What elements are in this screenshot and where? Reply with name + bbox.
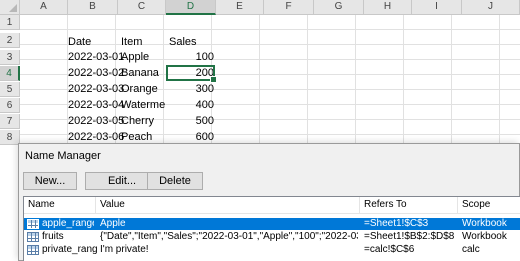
refers-to-cell: =calc!$C$6 [364, 244, 415, 255]
row-header-7[interactable]: 7 [0, 114, 20, 129]
scope-cell: Workbook [462, 231, 507, 242]
row-header-5[interactable]: 5 [0, 82, 20, 97]
cell-date[interactable]: 2022-03-02 [66, 66, 124, 81]
column-header-refers-to[interactable]: Refers To [360, 197, 458, 213]
row-header-6[interactable]: 6 [0, 98, 20, 113]
cell-sales[interactable]: 400 [166, 98, 216, 113]
row-header-2[interactable]: 2 [0, 33, 20, 48]
column-header-i[interactable]: I [412, 0, 462, 15]
named-range-icon [27, 219, 39, 229]
new-button[interactable]: New... [23, 172, 77, 190]
scope-cell: calc [462, 244, 480, 255]
cell-c2[interactable]: Item [119, 35, 144, 50]
cell-item[interactable]: Banana [119, 66, 161, 81]
cell-date[interactable]: 2022-03-01 [66, 50, 124, 65]
dialog-title: Name Manager [25, 150, 101, 162]
named-range-icon [27, 245, 39, 255]
spreadsheet-grid[interactable]: A B C D E F G H I J 1 2 3 4 5 6 7 8 Date… [0, 0, 520, 145]
column-header-name[interactable]: Name [24, 197, 96, 213]
cell-d2[interactable]: Sales [167, 35, 199, 50]
header-divider [24, 213, 520, 214]
name-row-private-range[interactable]: private_range I'm private! =calc!$C$6 ca… [24, 244, 520, 256]
name-row-fruits[interactable]: fruits {"Date","Item","Sales";"2022-03-0… [24, 231, 520, 243]
column-header-a[interactable]: A [20, 0, 68, 15]
names-list[interactable]: Name Value Refers To Scope apple_range A… [23, 196, 520, 261]
column-header-j[interactable]: J [462, 0, 520, 15]
cell-item[interactable]: Apple [119, 50, 151, 65]
cell-item[interactable]: Watermel [119, 98, 166, 113]
named-range-icon [27, 232, 39, 242]
column-header-scope[interactable]: Scope [458, 197, 520, 213]
name-cell: private_range [42, 244, 98, 255]
cell-date[interactable]: 2022-03-04 [66, 98, 124, 113]
value-cell: I'm private! [100, 244, 149, 255]
row-header-3[interactable]: 3 [0, 50, 20, 65]
cell-sales[interactable]: 300 [166, 82, 216, 97]
column-header-f[interactable]: F [264, 0, 314, 15]
cell-sales[interactable]: 100 [166, 50, 216, 65]
name-manager-dialog: Name Manager New... Edit... Delete Name … [18, 143, 520, 261]
refers-to-cell: =Sheet1!$B$2:$D$8 [364, 231, 455, 242]
name-cell: apple_range [42, 218, 94, 229]
column-header-c[interactable]: C [118, 0, 166, 15]
cell-item[interactable]: Cherry [119, 114, 156, 129]
cell-date[interactable]: 2022-03-05 [66, 114, 124, 129]
column-header-g[interactable]: G [314, 0, 364, 15]
column-header-e[interactable]: E [216, 0, 264, 15]
cell-sales[interactable]: 500 [166, 114, 216, 129]
select-all-corner[interactable] [0, 0, 20, 15]
column-header-value[interactable]: Value [96, 197, 360, 213]
row-header-4[interactable]: 4 [0, 66, 20, 81]
column-header-b[interactable]: B [68, 0, 118, 15]
cell-date[interactable]: 2022-03-03 [66, 82, 124, 97]
cell-b2[interactable]: Date [66, 35, 93, 50]
cell-item[interactable]: Orange [119, 82, 160, 97]
column-header-h[interactable]: H [364, 0, 412, 15]
value-cell: {"Date","Item","Sales";"2022-03-01","App… [100, 231, 358, 242]
refers-to-cell: =Sheet1!$C$3 [364, 218, 429, 229]
name-row-apple-range[interactable]: apple_range Apple =Sheet1!$C$3 Workbook [24, 218, 520, 230]
active-cell-selection[interactable] [166, 65, 217, 83]
name-cell: fruits [42, 231, 64, 242]
column-header-d[interactable]: D [166, 0, 216, 15]
scope-cell: Workbook [462, 218, 507, 229]
delete-button[interactable]: Delete [147, 172, 203, 190]
row-header-1[interactable]: 1 [0, 15, 20, 30]
row-header-8[interactable]: 8 [0, 130, 20, 145]
value-cell: Apple [100, 218, 126, 229]
